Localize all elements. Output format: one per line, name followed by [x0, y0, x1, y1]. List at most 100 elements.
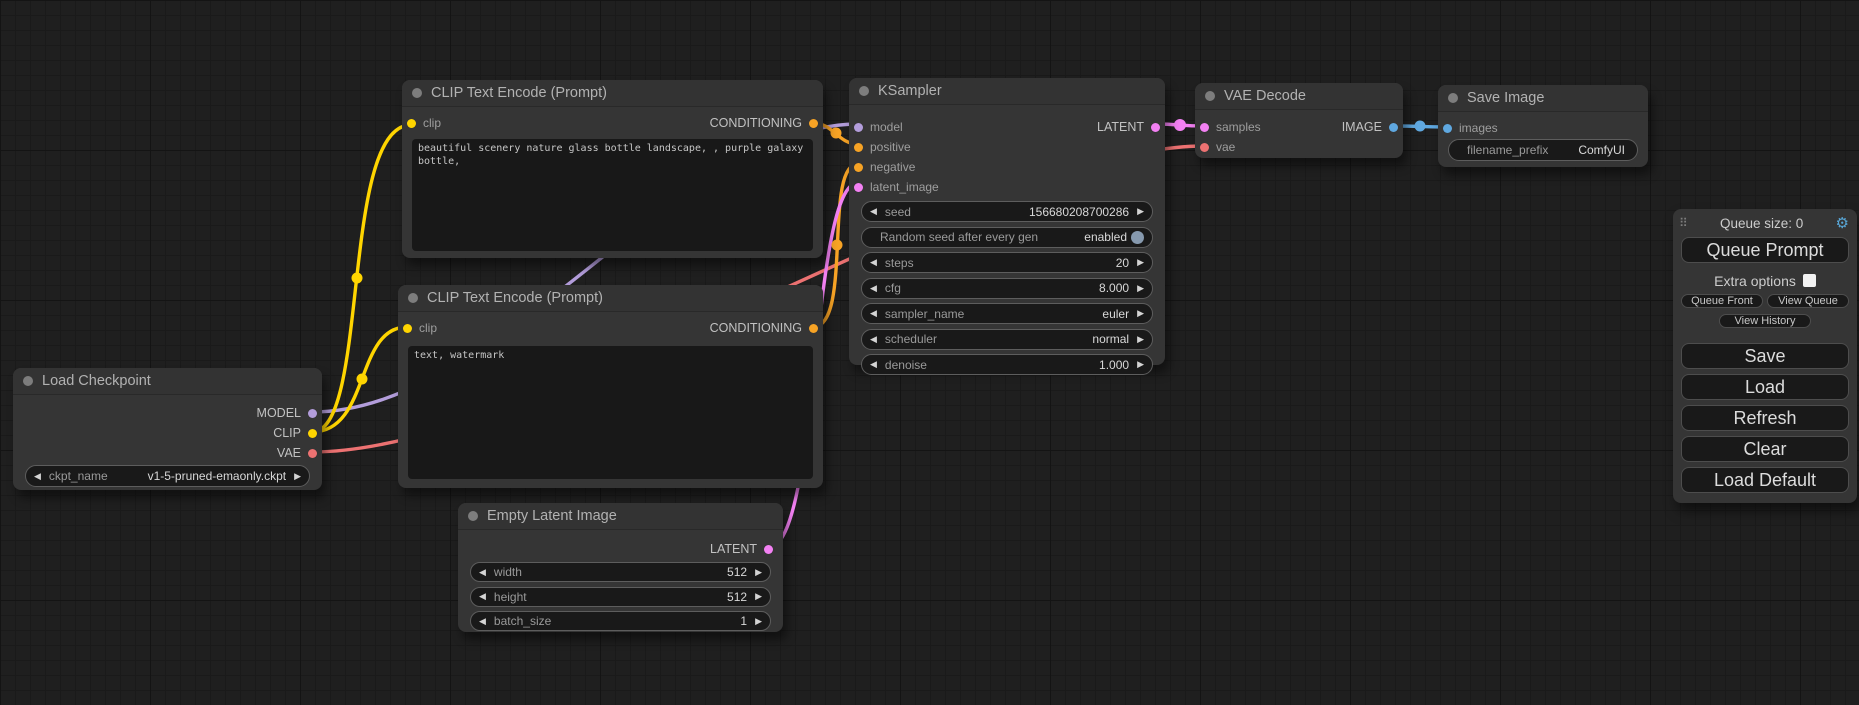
input-label-vae: vae	[1216, 140, 1235, 154]
output-port-latent[interactable]	[764, 545, 773, 554]
output-port-latent[interactable]	[1151, 123, 1160, 132]
node-graph-canvas[interactable]: Load Checkpoint MODEL CLIP VAE ◀ ckpt_na…	[0, 0, 1859, 705]
arrow-right-icon[interactable]: ▶	[755, 617, 762, 626]
input-port-model[interactable]	[854, 123, 863, 132]
node-title-bar[interactable]: Empty Latent Image	[458, 503, 783, 530]
denoise-widget[interactable]: ◀ denoise 1.000 ▶	[861, 354, 1153, 375]
output-port-clip[interactable]	[308, 429, 317, 438]
arrow-right-icon[interactable]: ▶	[1137, 360, 1144, 369]
arrow-right-icon[interactable]: ▶	[1137, 335, 1144, 344]
filename-prefix-widget[interactable]: filename_prefix ComfyUI	[1448, 139, 1638, 161]
seed-widget[interactable]: ◀ seed 156680208700286 ▶	[861, 201, 1153, 222]
collapse-dot-icon[interactable]	[1205, 91, 1215, 101]
arrow-left-icon[interactable]: ◀	[479, 592, 486, 601]
input-port-negative[interactable]	[854, 163, 863, 172]
input-label-images: images	[1459, 121, 1498, 135]
queue-prompt-button[interactable]: Queue Prompt	[1681, 237, 1849, 263]
node-title-bar[interactable]: CLIP Text Encode (Prompt)	[402, 80, 823, 107]
node-ksampler[interactable]: KSampler model LATENT positive negative …	[849, 78, 1165, 365]
node-title-bar[interactable]: VAE Decode	[1195, 83, 1403, 110]
widget-value: 512	[727, 590, 747, 604]
height-widget[interactable]: ◀ height 512 ▶	[470, 587, 771, 607]
widget-label: ckpt_name	[49, 469, 108, 483]
clear-button[interactable]: Clear	[1681, 436, 1849, 462]
width-widget[interactable]: ◀ width 512 ▶	[470, 562, 771, 582]
widget-label: filename_prefix	[1467, 143, 1548, 157]
arrow-left-icon[interactable]: ◀	[870, 207, 877, 216]
input-label-model: model	[870, 120, 903, 134]
arrow-left-icon[interactable]: ◀	[870, 309, 877, 318]
arrow-left-icon[interactable]: ◀	[479, 617, 486, 626]
ckpt-name-widget[interactable]: ◀ ckpt_name v1-5-pruned-emaonly.ckpt ▶	[25, 465, 310, 487]
sampler-name-widget[interactable]: ◀ sampler_name euler ▶	[861, 303, 1153, 324]
input-port-clip[interactable]	[407, 119, 416, 128]
arrow-right-icon[interactable]: ▶	[755, 592, 762, 601]
wire-midpoint-dot	[352, 273, 363, 284]
input-label-positive: positive	[870, 140, 911, 154]
arrow-left-icon[interactable]: ◀	[870, 360, 877, 369]
arrow-left-icon[interactable]: ◀	[479, 568, 486, 577]
prompt-textarea[interactable]: beautiful scenery nature glass bottle la…	[412, 139, 813, 251]
load-default-button[interactable]: Load Default	[1681, 467, 1849, 493]
arrow-right-icon[interactable]: ▶	[1137, 309, 1144, 318]
view-queue-button[interactable]: View Queue	[1767, 294, 1849, 308]
arrow-right-icon[interactable]: ▶	[755, 568, 762, 577]
node-clip-text-encode-positive[interactable]: CLIP Text Encode (Prompt) clip CONDITION…	[402, 80, 823, 258]
queue-front-button[interactable]: Queue Front	[1681, 294, 1763, 308]
node-empty-latent-image[interactable]: Empty Latent Image LATENT ◀ width 512 ▶ …	[458, 503, 783, 632]
arrow-left-icon[interactable]: ◀	[870, 335, 877, 344]
output-port-conditioning[interactable]	[809, 119, 818, 128]
input-port-positive[interactable]	[854, 143, 863, 152]
view-history-button[interactable]: View History	[1719, 314, 1811, 328]
input-port-latent-image[interactable]	[854, 183, 863, 192]
steps-widget[interactable]: ◀ steps 20 ▶	[861, 252, 1153, 273]
batch-size-widget[interactable]: ◀ batch_size 1 ▶	[470, 611, 771, 631]
collapse-dot-icon[interactable]	[859, 86, 869, 96]
node-title-bar[interactable]: KSampler	[849, 78, 1165, 105]
input-port-vae[interactable]	[1200, 143, 1209, 152]
refresh-button[interactable]: Refresh	[1681, 405, 1849, 431]
collapse-dot-icon[interactable]	[468, 511, 478, 521]
widget-label: scheduler	[885, 332, 937, 346]
input-label-latent-image: latent_image	[870, 180, 939, 194]
collapse-dot-icon[interactable]	[1448, 93, 1458, 103]
arrow-left-icon[interactable]: ◀	[870, 284, 877, 293]
output-port-model[interactable]	[308, 409, 317, 418]
node-title-bar[interactable]: Load Checkpoint	[13, 368, 322, 395]
scheduler-widget[interactable]: ◀ scheduler normal ▶	[861, 329, 1153, 350]
collapse-dot-icon[interactable]	[23, 376, 33, 386]
node-load-checkpoint[interactable]: Load Checkpoint MODEL CLIP VAE ◀ ckpt_na…	[13, 368, 322, 490]
arrow-left-icon[interactable]: ◀	[34, 472, 41, 481]
output-port-conditioning[interactable]	[809, 324, 818, 333]
load-button[interactable]: Load	[1681, 374, 1849, 400]
output-port-image[interactable]	[1389, 123, 1398, 132]
extra-options-checkbox[interactable]	[1803, 274, 1816, 287]
widget-value: 156680208700286	[1029, 205, 1129, 219]
settings-gear-icon[interactable]: ⚙	[1836, 214, 1849, 232]
cfg-widget[interactable]: ◀ cfg 8.000 ▶	[861, 278, 1153, 299]
node-clip-text-encode-negative[interactable]: CLIP Text Encode (Prompt) clip CONDITION…	[398, 285, 823, 488]
node-title-bar[interactable]: CLIP Text Encode (Prompt)	[398, 285, 823, 312]
arrow-right-icon[interactable]: ▶	[1137, 207, 1144, 216]
output-label-vae: VAE	[277, 446, 301, 460]
collapse-dot-icon[interactable]	[408, 293, 418, 303]
extra-options-label: Extra options	[1714, 273, 1796, 289]
arrow-right-icon[interactable]: ▶	[1137, 258, 1144, 267]
random-seed-toggle-widget[interactable]: Random seed after every gen enabled	[861, 227, 1153, 248]
input-label-clip: clip	[419, 321, 437, 335]
node-save-image[interactable]: Save Image images filename_prefix ComfyU…	[1438, 85, 1648, 167]
input-port-clip[interactable]	[403, 324, 412, 333]
collapse-dot-icon[interactable]	[412, 88, 422, 98]
prompt-textarea[interactable]: text, watermark	[408, 346, 813, 479]
node-vae-decode[interactable]: VAE Decode samples IMAGE vae	[1195, 83, 1403, 158]
node-title-bar[interactable]: Save Image	[1438, 85, 1648, 112]
toggle-enabled-icon[interactable]	[1131, 231, 1144, 244]
arrow-left-icon[interactable]: ◀	[870, 258, 877, 267]
input-port-samples[interactable]	[1200, 123, 1209, 132]
arrow-right-icon[interactable]: ▶	[1137, 284, 1144, 293]
save-button[interactable]: Save	[1681, 343, 1849, 369]
drag-handle-icon[interactable]: ⠿	[1679, 216, 1688, 230]
input-port-images[interactable]	[1443, 124, 1452, 133]
arrow-right-icon[interactable]: ▶	[294, 472, 301, 481]
output-port-vae[interactable]	[308, 449, 317, 458]
